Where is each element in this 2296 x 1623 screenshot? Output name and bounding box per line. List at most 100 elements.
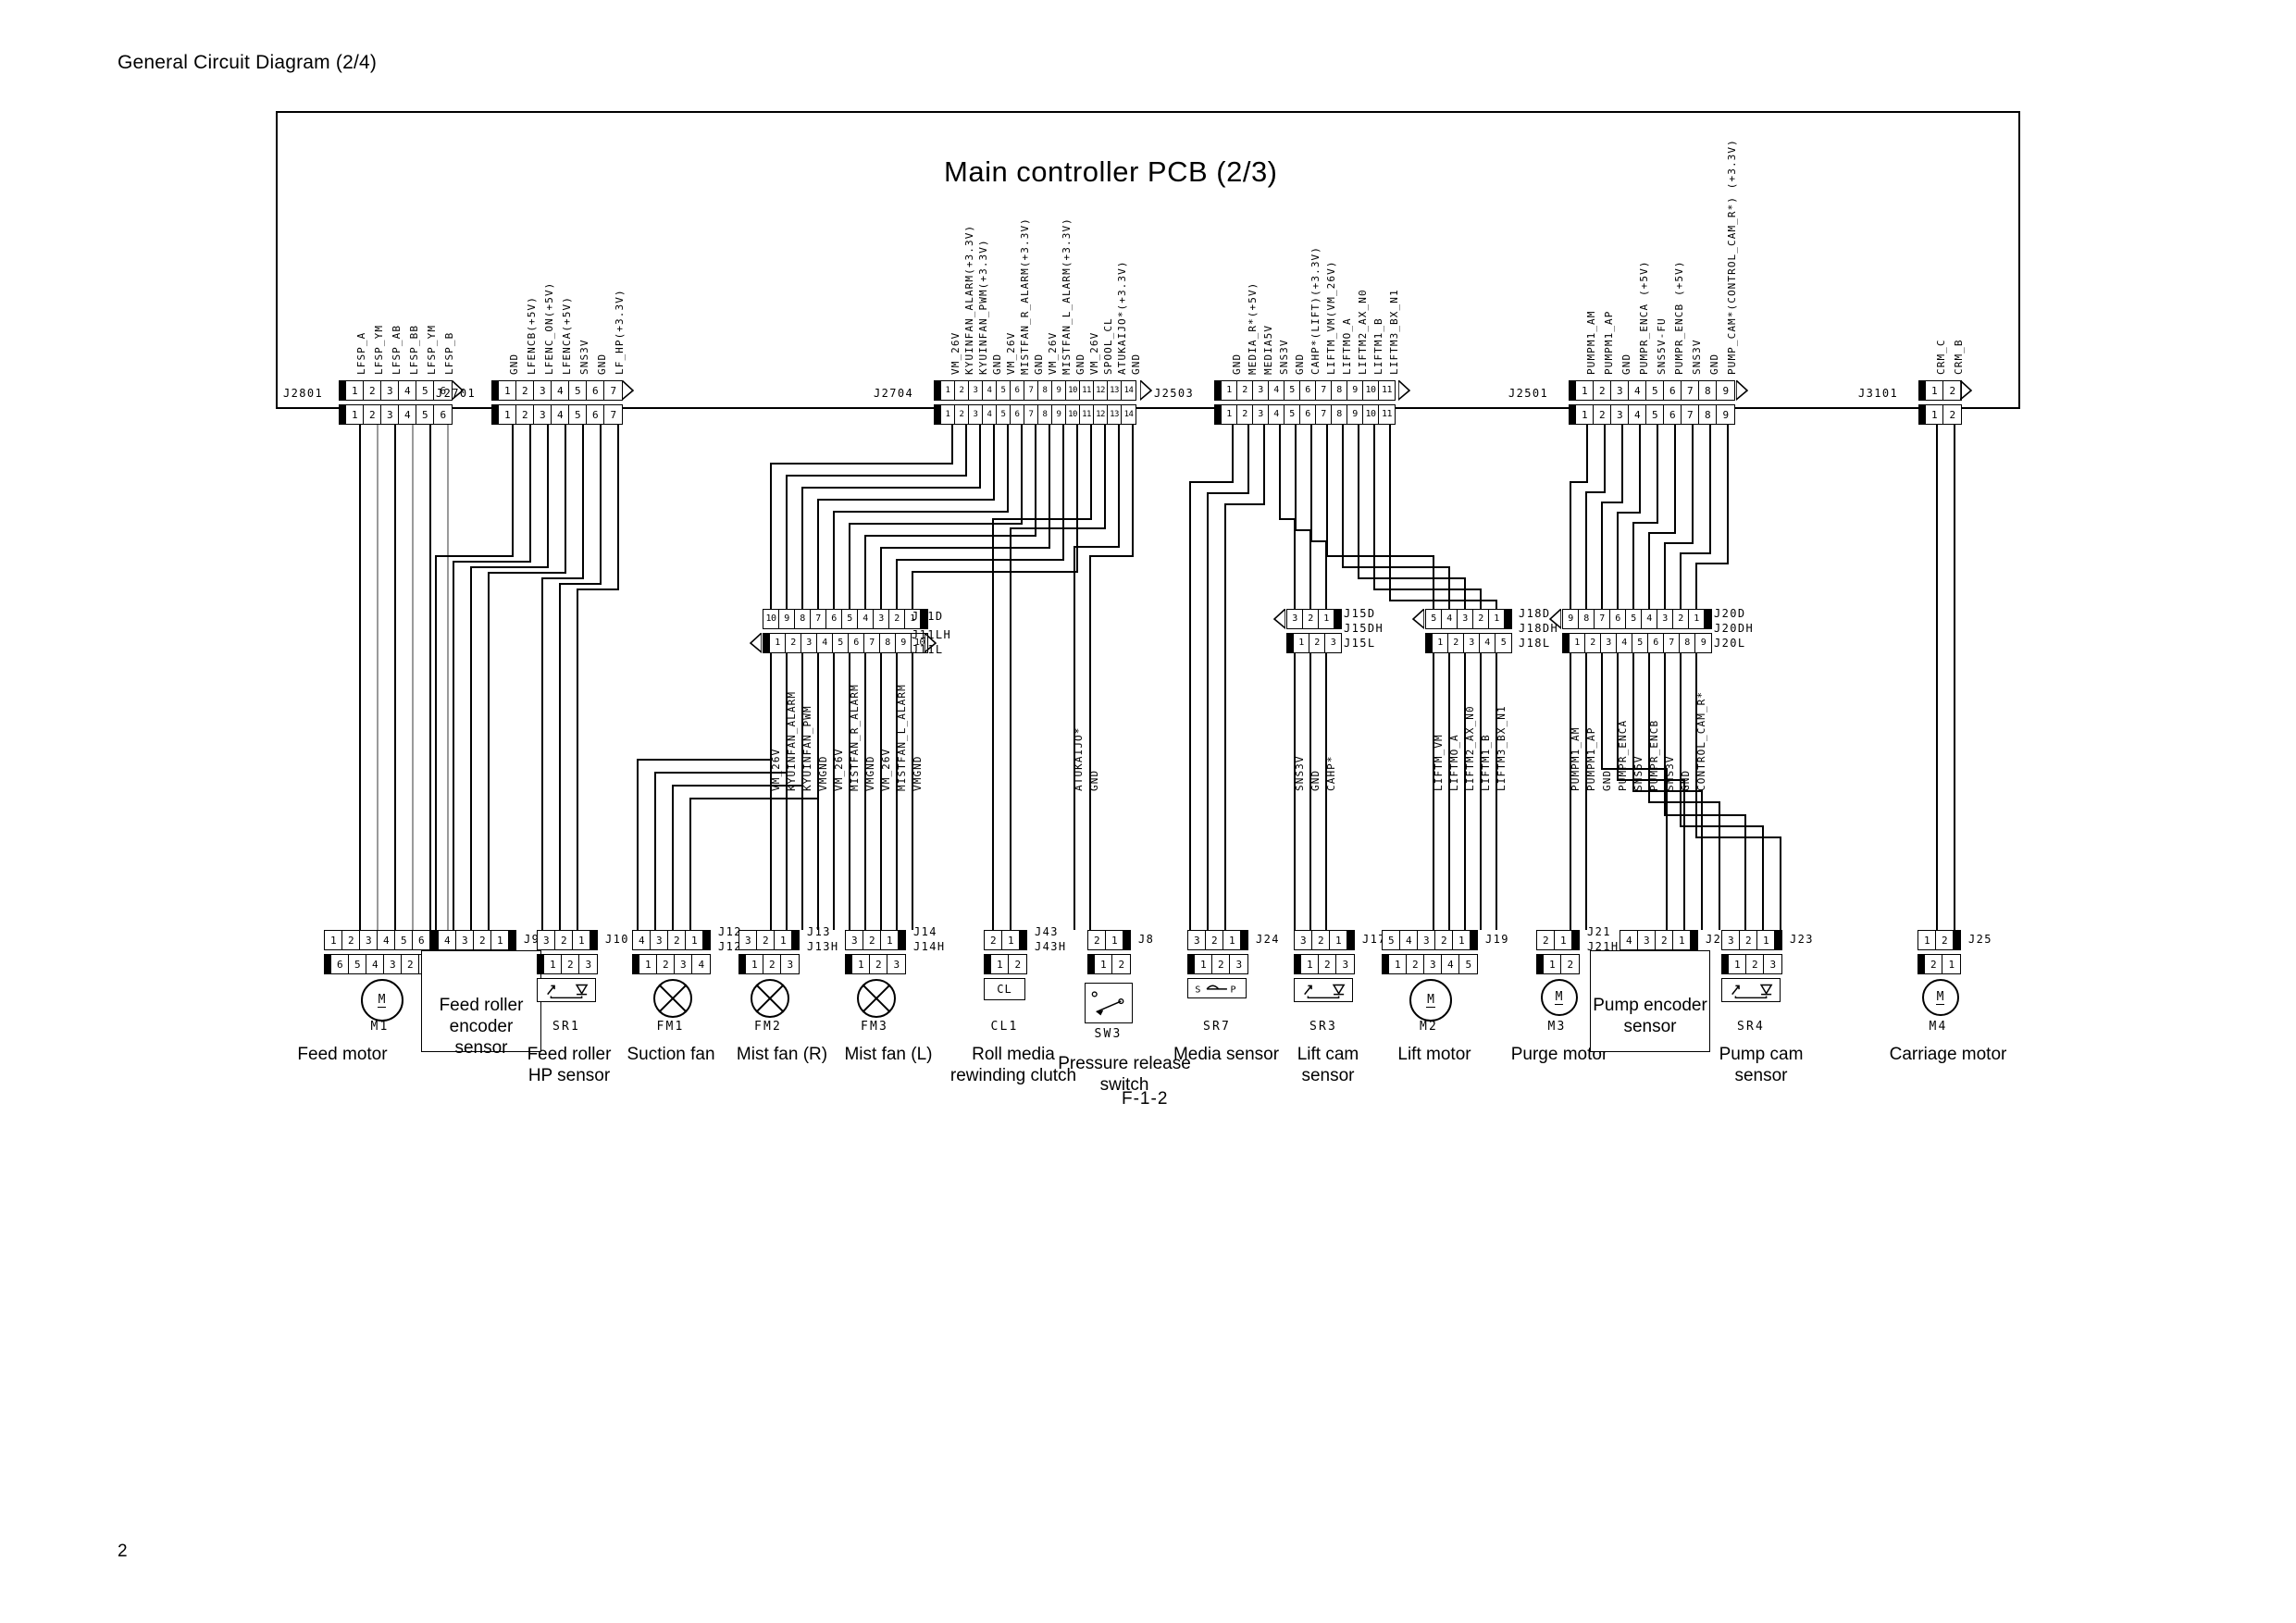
connector-pin[interactable]: 4 bbox=[858, 610, 874, 628]
connector-pin[interactable]: 1 bbox=[346, 405, 364, 424]
device-connector-J17[interactable]: 321 bbox=[1294, 930, 1355, 950]
mating-connector-j2501[interactable]: 123456789 bbox=[1569, 404, 1735, 425]
connector-pin[interactable]: 3 bbox=[1287, 610, 1303, 628]
connector-pin[interactable]: 5 bbox=[1632, 634, 1648, 652]
connector-pin[interactable]: 7 bbox=[1024, 405, 1038, 424]
connector-pin[interactable]: 2 bbox=[1943, 381, 1961, 400]
device-connector-J12[interactable]: 4321 bbox=[632, 930, 711, 950]
connector-pin[interactable]: 1 bbox=[1222, 405, 1237, 424]
connector-pin[interactable]: 10 bbox=[1363, 405, 1379, 424]
connector-pin[interactable]: 2 bbox=[1112, 955, 1130, 973]
connector-pin[interactable]: 8 bbox=[795, 610, 811, 628]
device-connector-J23[interactable]: 321 bbox=[1721, 930, 1782, 950]
connector-pin[interactable]: 6 bbox=[849, 634, 864, 652]
connector-pin[interactable]: 3 bbox=[1464, 634, 1480, 652]
connector-pin[interactable]: 12 bbox=[1094, 405, 1108, 424]
connector-pin[interactable]: 3 bbox=[538, 931, 555, 949]
connector-pin[interactable]: 8 bbox=[1038, 381, 1052, 400]
device-socket-J12[interactable]: 1234 bbox=[632, 954, 711, 974]
connector-pin[interactable]: 13 bbox=[1108, 405, 1122, 424]
connector-pin[interactable]: 2 bbox=[870, 955, 887, 973]
connector-pin[interactable]: 1 bbox=[1330, 931, 1347, 949]
connector-pin[interactable]: 2 bbox=[955, 405, 969, 424]
connector-pin[interactable]: 6 bbox=[826, 610, 842, 628]
connector-pin[interactable]: 2 bbox=[1537, 931, 1555, 949]
connector-pin[interactable]: 10 bbox=[1363, 381, 1379, 400]
connector-pin[interactable]: 1 bbox=[775, 931, 792, 949]
connector-pin[interactable]: 2 bbox=[1009, 955, 1026, 973]
connector-pin[interactable]: 5 bbox=[1626, 610, 1642, 628]
connector-pin[interactable]: 1 bbox=[941, 381, 955, 400]
connector-pin[interactable]: 3 bbox=[381, 405, 399, 424]
connector-pin[interactable]: 3 bbox=[1336, 955, 1354, 973]
connector-pin[interactable]: 9 bbox=[896, 634, 912, 652]
connector-pin[interactable]: 7 bbox=[1316, 405, 1332, 424]
connector-pin[interactable]: 3 bbox=[1188, 931, 1206, 949]
pcb-connector-j2503[interactable]: 1 2 3 4 5 6 7 8 9 10 11 bbox=[1214, 380, 1396, 401]
connector-pin[interactable]: 2 bbox=[516, 405, 534, 424]
connector-pin[interactable]: 11 bbox=[1080, 405, 1094, 424]
connector-pin[interactable]: 8 bbox=[880, 634, 896, 652]
connector-pin[interactable]: 8 bbox=[1332, 381, 1347, 400]
connector-pin[interactable]: 8 bbox=[1699, 405, 1717, 424]
connector-pin[interactable]: 11 bbox=[1379, 405, 1395, 424]
connector-pin[interactable]: 4 bbox=[983, 381, 997, 400]
connector-pin[interactable]: 2 bbox=[342, 931, 360, 949]
connector-pin[interactable]: 6 bbox=[1011, 381, 1024, 400]
connector-pin[interactable]: 2 bbox=[668, 931, 686, 949]
connector-pin[interactable]: 6 bbox=[587, 405, 604, 424]
connector-pin[interactable]: 3 bbox=[651, 931, 668, 949]
device-socket-J14[interactable]: 123 bbox=[845, 954, 906, 974]
device-connector-J19[interactable]: 54321 bbox=[1382, 930, 1478, 950]
connector-pin[interactable]: 3 bbox=[1722, 931, 1740, 949]
connector-pin[interactable]: 5 bbox=[395, 931, 413, 949]
connector-pin[interactable]: 5 bbox=[842, 610, 858, 628]
connector-pin[interactable]: 6 bbox=[1648, 634, 1664, 652]
connector-pin[interactable]: 7 bbox=[811, 610, 826, 628]
connector-pin[interactable]: 3 bbox=[781, 955, 799, 973]
connector-pin[interactable]: 1 bbox=[639, 955, 657, 973]
connector-pin[interactable]: 2 bbox=[402, 955, 419, 973]
device-connector-J22[interactable]: 4321 bbox=[1620, 930, 1698, 950]
junction-connector-j18l[interactable]: 12345 bbox=[1425, 633, 1512, 653]
connector-pin[interactable]: 12 bbox=[1094, 381, 1108, 400]
connector-pin[interactable]: 6 bbox=[1300, 381, 1316, 400]
connector-pin[interactable]: 8 bbox=[1038, 405, 1052, 424]
connector-pin[interactable]: 1 bbox=[1729, 955, 1746, 973]
connector-pin[interactable]: 2 bbox=[1746, 955, 1764, 973]
connector-pin[interactable]: 5 bbox=[1285, 381, 1300, 400]
junction-connector-j20l[interactable]: 123456789 bbox=[1562, 633, 1712, 653]
connector-pin[interactable]: 5 bbox=[997, 405, 1011, 424]
connector-pin[interactable]: 3 bbox=[534, 405, 552, 424]
connector-pin[interactable]: 4 bbox=[399, 405, 416, 424]
connector-pin[interactable]: 1 bbox=[1689, 610, 1705, 628]
connector-pin[interactable]: 3 bbox=[1325, 634, 1341, 652]
connector-pin[interactable]: 1 bbox=[1222, 381, 1237, 400]
device-socket-J23[interactable]: 123 bbox=[1721, 954, 1782, 974]
connector-pin[interactable]: 4 bbox=[1269, 405, 1285, 424]
connector-pin[interactable]: 5 bbox=[1383, 931, 1400, 949]
device-socket-J21[interactable]: 12 bbox=[1536, 954, 1580, 974]
connector-pin[interactable]: 3 bbox=[1230, 955, 1247, 973]
connector-pin[interactable]: 1 bbox=[1942, 955, 1960, 973]
connector-pin[interactable]: 9 bbox=[1347, 381, 1363, 400]
connector-pin[interactable]: 6 bbox=[587, 381, 604, 400]
connector-pin[interactable]: 5 bbox=[1285, 405, 1300, 424]
connector-pin[interactable]: 1 bbox=[1389, 955, 1407, 973]
connector-pin[interactable]: 5 bbox=[833, 634, 849, 652]
device-connector-J25[interactable]: 12 bbox=[1917, 930, 1961, 950]
junction-connector-j11d[interactable]: 10 9 8 7 6 5 4 3 2 1 bbox=[763, 609, 928, 629]
connector-pin[interactable]: 5 bbox=[349, 955, 366, 973]
connector-pin[interactable]: 3 bbox=[1638, 931, 1656, 949]
connector-pin[interactable]: 1 bbox=[686, 931, 703, 949]
connector-pin[interactable]: 2 bbox=[1237, 381, 1253, 400]
connector-pin[interactable]: 4 bbox=[378, 931, 395, 949]
connector-pin[interactable]: 7 bbox=[604, 381, 622, 400]
connector-pin[interactable]: 1 bbox=[991, 955, 1009, 973]
connector-pin[interactable]: 8 bbox=[1699, 381, 1717, 400]
connector-pin[interactable]: 5 bbox=[416, 405, 434, 424]
connector-pin[interactable]: 2 bbox=[562, 955, 579, 973]
junction-connector-j15l[interactable]: 123 bbox=[1286, 633, 1342, 653]
device-connector-J7[interactable]: 123456 bbox=[324, 930, 438, 950]
connector-pin[interactable]: 7 bbox=[1664, 634, 1680, 652]
